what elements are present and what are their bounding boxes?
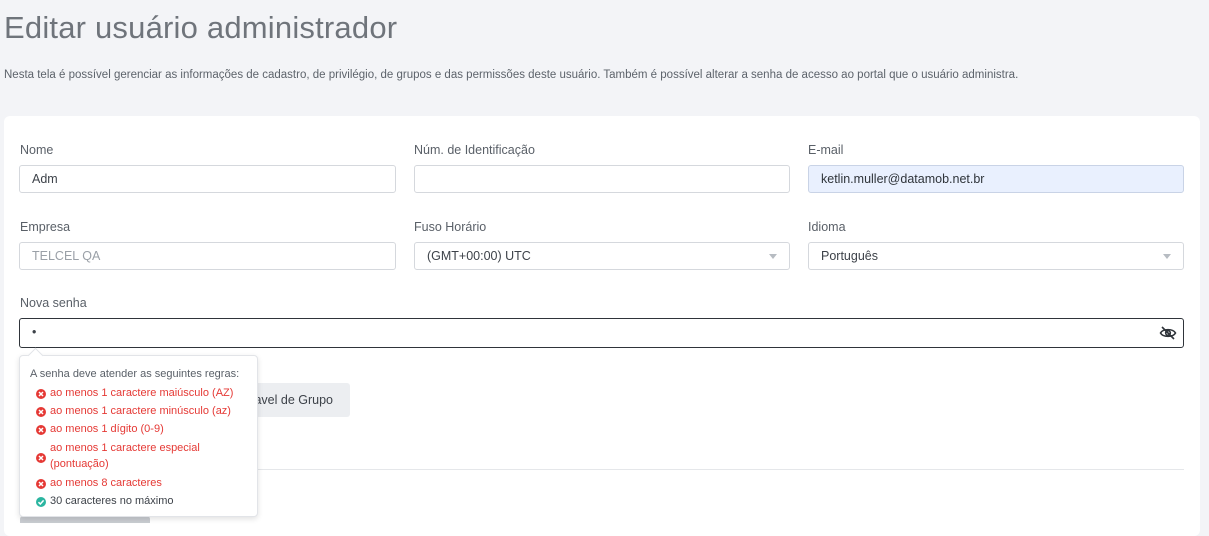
empresa-label: Empresa xyxy=(20,220,71,234)
bottom-button[interactable] xyxy=(20,516,150,523)
x-circle-icon xyxy=(36,479,46,489)
idioma-value: Português xyxy=(821,249,878,263)
empresa-input: TELCEL QA xyxy=(19,242,396,270)
email-input[interactable]: ketlin.muller@datamob.net.br xyxy=(808,165,1184,193)
check-circle-icon xyxy=(36,497,46,507)
page-description: Nesta tela é possível gerenciar as infor… xyxy=(4,69,1019,81)
x-circle-icon xyxy=(36,453,46,463)
group-button[interactable]: avel de Grupo xyxy=(248,383,350,417)
x-circle-icon xyxy=(36,425,46,435)
fuso-label: Fuso Horário xyxy=(414,220,487,234)
nome-label: Nome xyxy=(20,143,54,157)
password-rules-title: A senha deve atender as seguintes regras… xyxy=(30,368,240,380)
email-label: E-mail xyxy=(808,143,844,157)
senha-label: Nova senha xyxy=(20,296,87,310)
password-rules-tooltip: A senha deve atender as seguintes regras… xyxy=(19,355,258,517)
fuso-select[interactable]: (GMT+00:00) UTC xyxy=(414,242,790,270)
idioma-select[interactable]: Português xyxy=(808,242,1184,270)
identificacao-label: Núm. de Identificação xyxy=(414,143,535,157)
senha-input[interactable]: • xyxy=(19,318,1184,348)
page-title: Editar usuário administrador xyxy=(4,10,398,45)
eye-off-icon[interactable] xyxy=(1159,324,1177,340)
x-circle-icon xyxy=(36,389,46,399)
nome-input[interactable]: Adm xyxy=(19,165,396,193)
fuso-value: (GMT+00:00) UTC xyxy=(427,249,531,263)
idioma-label: Idioma xyxy=(808,220,846,234)
senha-value: • xyxy=(32,325,37,339)
x-circle-icon xyxy=(36,407,46,417)
identificacao-input[interactable] xyxy=(414,165,790,193)
